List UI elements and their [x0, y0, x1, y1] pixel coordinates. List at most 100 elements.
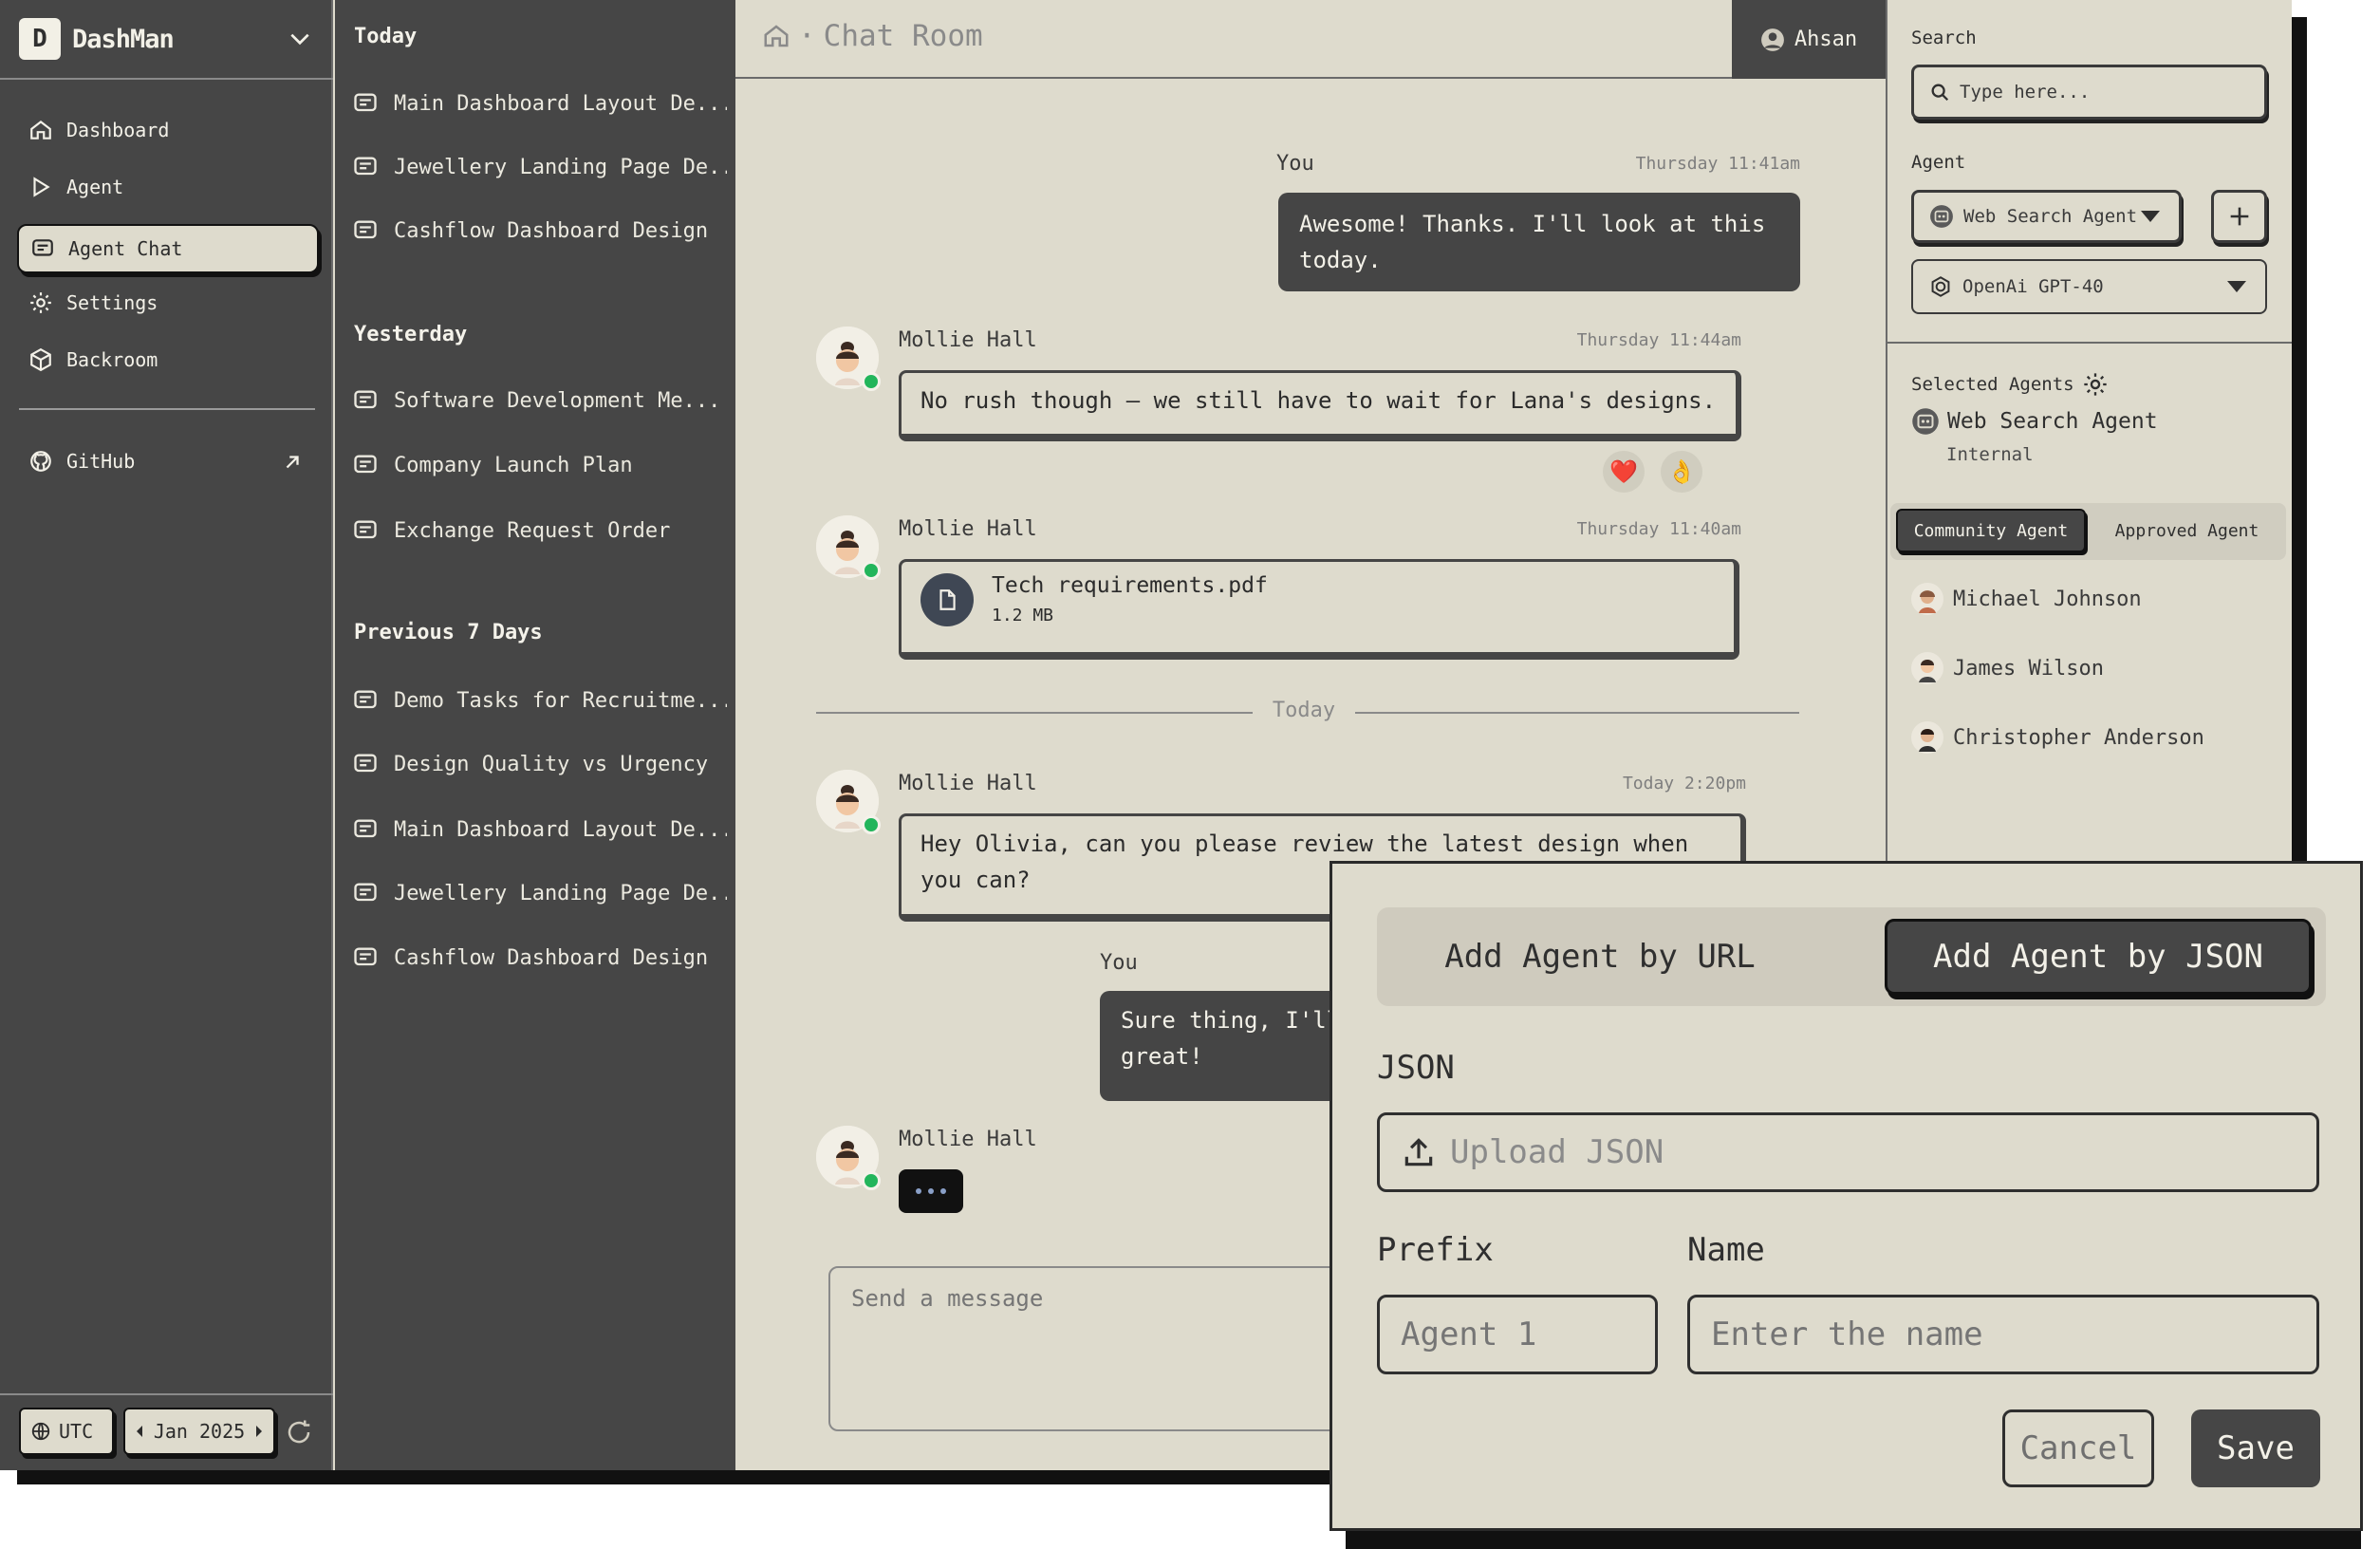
message-time: Thursday 11:40am	[1576, 519, 1741, 539]
model-select-value: OpenAi GPT-40	[1962, 276, 2104, 297]
chat-icon	[352, 517, 382, 544]
selected-agent-type: Internal	[1946, 444, 2034, 465]
agent-list-item[interactable]: Christopher Anderson	[1911, 721, 2204, 754]
history-item[interactable]: Main Dashboard Layout De...	[352, 81, 727, 126]
agent-icon	[1911, 407, 1940, 436]
nav-item-agent-chat[interactable]: Agent Chat	[17, 224, 319, 273]
message-sender: Mollie Hall	[899, 1128, 1037, 1151]
avatar	[816, 327, 881, 391]
gear-icon[interactable]	[2082, 371, 2109, 398]
message-time: Thursday 11:44am	[1576, 330, 1741, 350]
agent-label: Agent	[1911, 152, 1966, 173]
user-icon	[1760, 28, 1785, 52]
selected-agent-item[interactable]: Web Search Agent	[1911, 407, 2158, 436]
search-input[interactable]: Type here...	[1911, 65, 2267, 120]
chat-icon	[352, 154, 382, 180]
nav-item-label: GitHub	[66, 450, 136, 473]
reaction-heart[interactable]: ❤️	[1603, 451, 1645, 493]
nav-item-github[interactable]: GitHub	[17, 437, 319, 486]
nav-item-settings[interactable]: Settings	[17, 278, 319, 327]
agent-list-item[interactable]: Michael Johnson	[1911, 583, 2142, 615]
history-item[interactable]: Cashflow Dashboard Design	[352, 935, 727, 980]
home-icon	[27, 116, 55, 144]
model-select[interactable]: OpenAi GPT-40	[1911, 259, 2267, 314]
tab-approved-agent[interactable]: Approved Agent	[2094, 509, 2279, 552]
chevron-right-icon[interactable]	[254, 1425, 264, 1438]
upload-icon	[1401, 1134, 1437, 1170]
history-item[interactable]: Demo Tasks for Recruitme...	[352, 678, 727, 723]
tab-community-agent[interactable]: Community Agent	[1896, 509, 2086, 552]
nav-item-label: Agent Chat	[68, 237, 183, 260]
chevron-down-icon	[2141, 211, 2160, 222]
tab-add-agent-by-json[interactable]: Add Agent by JSON	[1885, 919, 2312, 995]
file-attachment[interactable]: Tech requirements.pdf 1.2 MB	[899, 559, 1739, 660]
file-icon	[920, 573, 974, 626]
openai-icon	[1928, 274, 1953, 299]
history-item[interactable]: Design Quality vs Urgency	[352, 741, 727, 787]
history-item[interactable]: Company Launch Plan	[352, 442, 727, 488]
agent-list-item[interactable]: James Wilson	[1911, 652, 2104, 684]
avatar	[816, 515, 881, 580]
json-label: JSON	[1377, 1049, 1455, 1087]
nav-item-label: Settings	[66, 291, 158, 314]
name-input[interactable]	[1687, 1295, 2319, 1374]
cancel-button[interactable]: Cancel	[2002, 1409, 2154, 1487]
message-sender: Mollie Hall	[899, 517, 1037, 541]
upload-json-field[interactable]: Upload JSON	[1377, 1112, 2319, 1192]
history-item-label: Company Launch Plan	[394, 453, 633, 477]
history-item-label: Exchange Request Order	[394, 518, 671, 543]
nav-item-dashboard[interactable]: Dashboard	[17, 105, 319, 155]
agent-select[interactable]: Web Search Agent	[1911, 190, 2182, 243]
chevron-left-icon[interactable]	[135, 1425, 144, 1438]
chat-header: · Chat Room Ahsan	[735, 0, 1886, 79]
plus-icon	[2226, 203, 2253, 230]
history-heading-previous: Previous 7 Days	[354, 621, 543, 644]
reaction-ok-hand[interactable]: 👌	[1661, 451, 1702, 493]
date-divider-label: Today	[1272, 699, 1336, 722]
agent-select-value: Web Search Agent	[1963, 206, 2138, 227]
timezone-label: UTC	[59, 1420, 94, 1443]
history-item[interactable]: Cashflow Dashboard Design	[352, 208, 727, 253]
refresh-icon[interactable]	[285, 1418, 313, 1446]
month-label: Jan 2025	[153, 1420, 246, 1443]
history-item-label: Jewellery Landing Page De...	[394, 881, 727, 905]
save-button[interactable]: Save	[2191, 1409, 2320, 1487]
history-item-label: Jewellery Landing Page De...	[394, 155, 727, 179]
online-status-dot	[862, 372, 881, 391]
nav-item-label: Backroom	[66, 348, 158, 371]
chat-icon	[352, 944, 382, 971]
chevron-down-icon[interactable]	[288, 27, 312, 51]
user-name: Ahsan	[1794, 28, 1858, 51]
avatar	[816, 770, 881, 834]
history-item-label: Main Dashboard Layout De...	[394, 817, 727, 842]
breadcrumb-separator: ·	[798, 19, 816, 53]
history-item[interactable]: Software Development Me...	[352, 378, 727, 423]
message-bubble-incoming: No rush though — we still have to wait f…	[899, 370, 1741, 441]
history-heading-yesterday: Yesterday	[354, 323, 468, 346]
chat-icon	[352, 452, 382, 478]
box-icon	[27, 345, 55, 374]
add-agent-button[interactable]	[2211, 190, 2267, 243]
prefix-input[interactable]	[1377, 1295, 1658, 1374]
add-agent-tabs: Add Agent by URL Add Agent by JSON	[1377, 907, 2326, 1006]
nav-item-label: Agent	[66, 176, 124, 198]
date-divider-line	[816, 712, 1253, 714]
history-item[interactable]: Exchange Request Order	[352, 508, 727, 553]
chat-icon	[352, 217, 382, 244]
workspace-switcher[interactable]: D DashMan	[0, 0, 333, 80]
tab-add-agent-by-url[interactable]: Add Agent by URL	[1377, 907, 1823, 1006]
history-item[interactable]: Main Dashboard Layout De...	[352, 807, 727, 852]
history-item[interactable]: Jewellery Landing Page De...	[352, 144, 727, 190]
user-menu[interactable]: Ahsan	[1732, 0, 1886, 79]
chat-icon	[352, 387, 382, 414]
date-divider-line	[1355, 712, 1799, 714]
timezone-button[interactable]: UTC	[19, 1408, 114, 1455]
nav-item-agent[interactable]: Agent	[17, 162, 319, 212]
month-picker[interactable]: Jan 2025	[123, 1408, 275, 1455]
home-icon[interactable]	[762, 22, 790, 50]
nav-footer-divider	[0, 1393, 333, 1395]
avatar	[1911, 721, 1943, 754]
nav-item-backroom[interactable]: Backroom	[17, 335, 319, 384]
history-item[interactable]: Jewellery Landing Page De...	[352, 870, 727, 916]
typing-indicator	[899, 1169, 963, 1213]
